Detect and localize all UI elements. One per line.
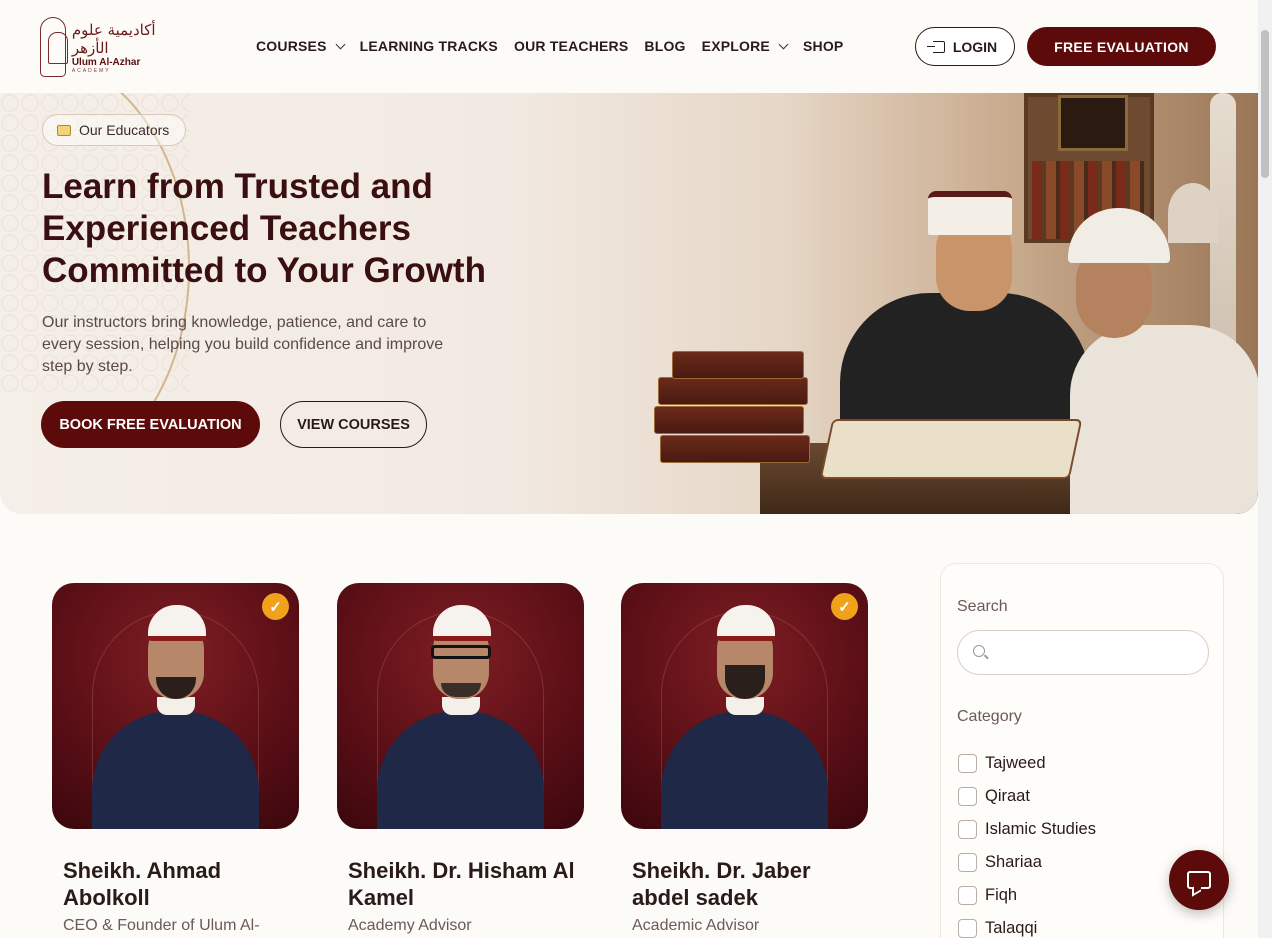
hero-image — [640, 93, 1258, 514]
category-option-tajweed[interactable]: Tajweed — [958, 747, 1096, 780]
logo-name: Ulum Al-Azhar — [71, 56, 141, 68]
teacher-card[interactable]: ✓ Sheikh. Dr. Jaber abdel sadek Academic… — [621, 583, 868, 935]
educators-badge: Our Educators — [42, 114, 187, 146]
chat-icon — [1187, 871, 1211, 889]
logo-subtitle: ACADEMY — [71, 67, 111, 74]
nav-blog[interactable]: BLOG — [644, 38, 685, 54]
search-input[interactable] — [996, 641, 1196, 665]
page-scrollbar[interactable] — [1258, 0, 1272, 938]
chevron-down-icon — [778, 39, 789, 49]
teacher-role: Academy Advisor — [348, 917, 472, 934]
free-evaluation-button[interactable]: FREE EVALUATION — [1027, 27, 1216, 66]
checkbox[interactable] — [958, 886, 977, 905]
nav-shop[interactable]: SHOP — [803, 38, 843, 54]
hero-section: Our Educators Learn from Trusted and Exp… — [0, 93, 1258, 514]
nav-courses[interactable]: COURSES — [256, 38, 346, 54]
logo-arabic-text: أكاديمية علوم الأزهر — [71, 20, 156, 57]
category-list: Tajweed Qiraat Islamic Studies Shariaa F… — [958, 747, 1096, 938]
book-free-evaluation-button[interactable]: BOOK FREE EVALUATION — [41, 401, 260, 448]
teacher-name[interactable]: Sheikh. Dr. Jaber abdel sadek — [621, 857, 868, 911]
verified-check-icon: ✓ — [831, 593, 858, 620]
logo[interactable]: أكاديمية علوم الأزهر Ulum Al-Azhar ACADE… — [40, 16, 165, 78]
teacher-photo[interactable] — [337, 583, 584, 829]
teacher-card[interactable]: Sheikh. Dr. Hisham Al Kamel Academy Advi… — [337, 583, 584, 935]
checkbox[interactable] — [958, 787, 977, 806]
glasses — [431, 645, 491, 659]
category-option-talaqqi[interactable]: Talaqqi — [958, 912, 1096, 938]
scrollbar-thumb[interactable] — [1261, 30, 1269, 178]
teacher-role: CEO & Founder of Ulum Al- — [63, 917, 260, 934]
chat-button[interactable] — [1169, 850, 1229, 910]
chevron-down-icon — [335, 39, 346, 49]
category-label: Category — [957, 708, 1022, 725]
teacher-name[interactable]: Sheikh. Dr. Hisham Al Kamel — [337, 857, 584, 911]
category-option-shariaa[interactable]: Shariaa — [958, 846, 1096, 879]
nav-explore[interactable]: EXPLORE — [702, 38, 789, 54]
site-header: أكاديمية علوم الأزهر Ulum Al-Azhar ACADE… — [0, 0, 1258, 93]
verified-check-icon: ✓ — [262, 593, 289, 620]
checkbox[interactable] — [958, 754, 977, 773]
category-option-qiraat[interactable]: Qiraat — [958, 780, 1096, 813]
chalkboard-icon — [57, 124, 71, 136]
view-courses-button[interactable]: VIEW COURSES — [280, 401, 427, 448]
search-icon — [973, 645, 985, 657]
login-arrow-icon — [926, 40, 945, 53]
teacher-role: Academic Advisor — [632, 917, 760, 934]
checkbox[interactable] — [958, 853, 977, 872]
teacher-photo[interactable]: ✓ — [621, 583, 868, 829]
search-label: Search — [957, 598, 1008, 615]
teacher-card[interactable]: ✓ Sheikh. Ahmad Abolkoll CEO & Founder o… — [52, 583, 299, 935]
hero-title: Learn from Trusted and Experienced Teach… — [42, 167, 486, 290]
logo-emblem-icon — [40, 17, 68, 77]
nav-learning-tracks[interactable]: LEARNING TRACKS — [360, 38, 498, 54]
category-option-islamic-studies[interactable]: Islamic Studies — [958, 813, 1096, 846]
checkbox[interactable] — [958, 820, 977, 839]
login-button[interactable]: LOGIN — [915, 27, 1015, 66]
category-option-fiqh[interactable]: Fiqh — [958, 879, 1096, 912]
search-field[interactable] — [957, 630, 1209, 675]
main-nav: COURSES LEARNING TRACKS OUR TEACHERS BLO… — [256, 38, 843, 54]
teacher-photo[interactable]: ✓ — [52, 583, 299, 829]
teacher-name[interactable]: Sheikh. Ahmad Abolkoll — [52, 857, 299, 911]
hero-description: Our instructors bring knowledge, patienc… — [42, 314, 444, 375]
nav-our-teachers[interactable]: OUR TEACHERS — [514, 38, 628, 54]
checkbox[interactable] — [958, 919, 977, 938]
